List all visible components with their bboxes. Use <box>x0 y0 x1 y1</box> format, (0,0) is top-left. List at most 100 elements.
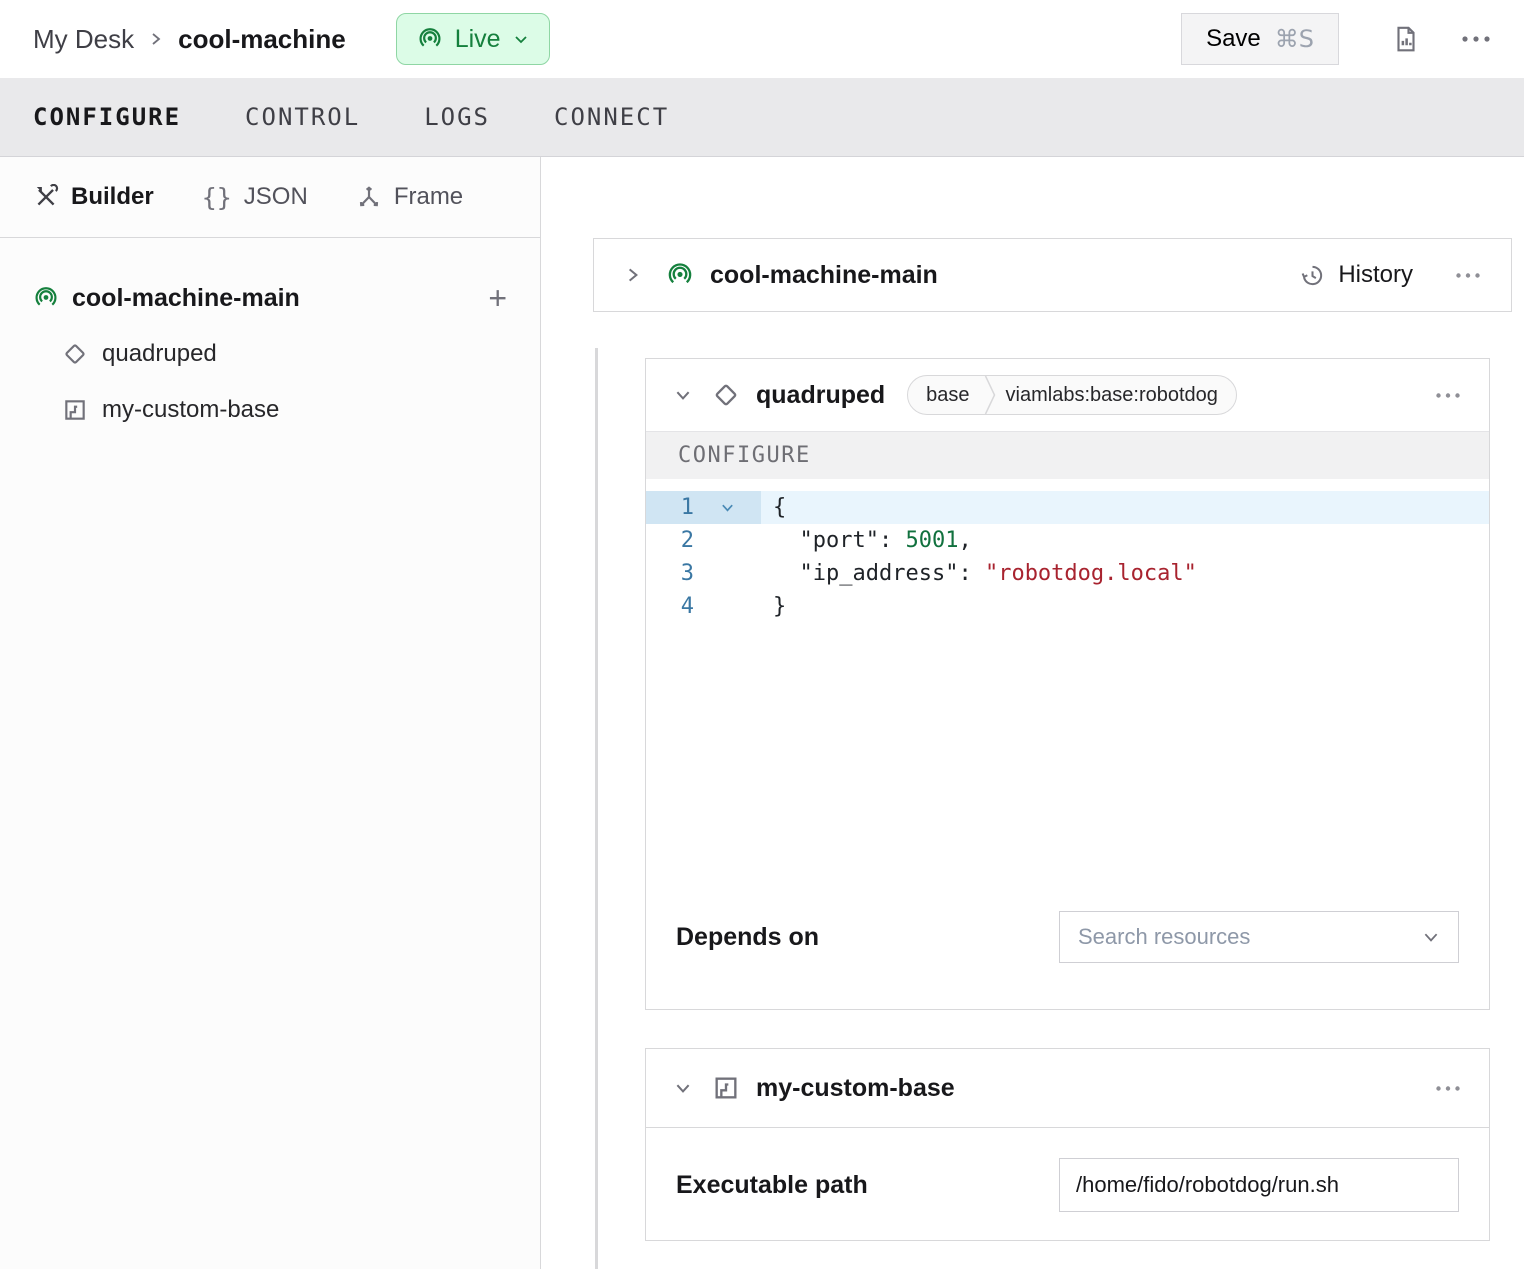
tab-bar: CONFIGURE CONTROL LOGS CONNECT <box>0 78 1524 157</box>
save-shortcut: ⌘S <box>1275 25 1314 53</box>
save-label: Save <box>1206 25 1261 53</box>
resource-cards: quadruped base viamlabs:base:robotdog <box>645 358 1490 1241</box>
ellipsis-icon <box>1461 35 1491 43</box>
fold-placeholder <box>694 524 761 557</box>
resource-type-badge: base viamlabs:base:robotdog <box>907 375 1237 415</box>
editor-gutter: 3 <box>646 557 761 590</box>
editor-gutter: 1 <box>646 491 761 524</box>
view-json[interactable]: {} JSON <box>202 183 308 212</box>
custom-base-card: my-custom-base Executable path <box>645 1048 1490 1241</box>
tree-item-machine-part[interactable]: cool-machine-main + <box>0 270 540 326</box>
line-number: 3 <box>646 557 694 590</box>
depends-on-row: Depends on <box>646 891 1489 1009</box>
code-text: { <box>761 491 1489 524</box>
more-options-button[interactable] <box>1461 35 1491 43</box>
broadcast-icon <box>417 26 443 52</box>
machine-name: cool-machine <box>178 24 346 55</box>
line-number: 1 <box>646 491 694 524</box>
tree-item-label: quadruped <box>102 340 217 368</box>
quadruped-card: quadruped base viamlabs:base:robotdog <box>645 358 1490 1010</box>
tree-item-my-custom-base[interactable]: my-custom-base <box>0 382 540 438</box>
code-text: } <box>761 590 1489 623</box>
top-bar: My Desk cool-machine Live Save ⌘S <box>0 0 1524 78</box>
chevron-right-icon <box>148 31 164 47</box>
breadcrumb: My Desk cool-machine <box>33 24 346 55</box>
tab-connect[interactable]: CONNECT <box>554 103 669 131</box>
diamond-icon <box>712 381 740 409</box>
tools-icon <box>33 184 59 210</box>
depends-on-label: Depends on <box>676 923 819 952</box>
depends-on-select[interactable] <box>1059 911 1459 963</box>
breadcrumb-parent-link[interactable]: My Desk <box>33 24 134 55</box>
badge-type: base <box>908 384 983 407</box>
resource-tree: cool-machine-main + quadruped my-custom-… <box>0 238 540 438</box>
code-text: "port": 5001, <box>761 524 1489 557</box>
code-line[interactable]: 3 "ip_address": "robotdog.local" <box>646 557 1489 590</box>
part-card-title: cool-machine-main <box>710 261 1299 290</box>
badge-divider <box>984 375 996 415</box>
fold-placeholder <box>694 590 761 623</box>
view-frame-label: Frame <box>394 183 463 211</box>
history-clock-icon <box>1299 262 1326 289</box>
tree-item-label: cool-machine-main <box>72 284 488 313</box>
editor-gutter: 2 <box>646 524 761 557</box>
quadruped-card-menu-button[interactable] <box>1435 392 1461 399</box>
quadruped-card-header: quadruped base viamlabs:base:robotdog <box>646 359 1489 431</box>
quadruped-card-title: quadruped <box>756 381 885 410</box>
configure-section-header: CONFIGURE <box>646 431 1489 479</box>
executable-path-label: Executable path <box>676 1171 868 1200</box>
content-area: Builder {} JSON Frame <box>0 157 1524 1269</box>
chevron-down-icon <box>1422 928 1440 946</box>
code-line[interactable]: 1 { <box>646 491 1489 524</box>
view-builder-label: Builder <box>71 183 154 211</box>
search-resources-input[interactable] <box>1078 924 1422 950</box>
broadcast-icon <box>33 285 59 311</box>
tree-item-label: my-custom-base <box>102 396 279 424</box>
ellipsis-icon <box>1435 392 1461 399</box>
fold-chevron-icon[interactable] <box>694 491 761 524</box>
view-toggle: Builder {} JSON Frame <box>0 157 540 238</box>
tab-logs[interactable]: LOGS <box>424 103 490 131</box>
module-icon <box>62 397 88 423</box>
broadcast-icon <box>666 261 694 289</box>
tab-configure[interactable]: CONFIGURE <box>33 103 181 131</box>
code-line[interactable]: 4 } <box>646 590 1489 623</box>
machine-report-button[interactable] <box>1391 24 1421 54</box>
document-chart-icon <box>1391 24 1421 54</box>
tab-control[interactable]: CONTROL <box>245 103 360 131</box>
machine-status-dropdown[interactable]: Live <box>396 13 550 65</box>
frame-axes-icon <box>356 184 382 210</box>
add-resource-button[interactable]: + <box>488 282 507 314</box>
collapse-chevron-down-icon[interactable] <box>674 386 692 404</box>
ellipsis-icon <box>1455 272 1481 279</box>
line-number: 2 <box>646 524 694 557</box>
custom-base-card-body: Executable path <box>646 1128 1489 1240</box>
module-icon <box>712 1074 740 1102</box>
machine-part-card: cool-machine-main History <box>593 238 1512 312</box>
json-code-editor[interactable]: 1 { 2 "port": 5001, <box>646 479 1489 891</box>
code-text: "ip_address": "robotdog.local" <box>761 557 1489 590</box>
diamond-icon <box>62 341 88 367</box>
view-builder[interactable]: Builder <box>33 183 154 211</box>
status-label: Live <box>455 25 501 54</box>
indent-guide-line <box>595 348 598 1269</box>
history-button[interactable]: History <box>1299 261 1413 289</box>
tree-item-quadruped[interactable]: quadruped <box>0 326 540 382</box>
executable-path-input[interactable] <box>1059 1158 1459 1212</box>
code-line[interactable]: 2 "port": 5001, <box>646 524 1489 557</box>
badge-model: viamlabs:base:robotdog <box>996 384 1236 407</box>
main-panel: cool-machine-main History <box>541 157 1524 1269</box>
chevron-down-icon <box>513 31 529 47</box>
collapse-chevron-down-icon[interactable] <box>674 1079 692 1097</box>
editor-gutter: 4 <box>646 590 761 623</box>
expand-chevron-right-icon[interactable] <box>624 266 642 284</box>
configure-section-label: CONFIGURE <box>678 443 811 468</box>
ellipsis-icon <box>1435 1085 1461 1092</box>
view-frame[interactable]: Frame <box>356 183 463 211</box>
sidebar: Builder {} JSON Frame <box>0 157 541 1269</box>
custom-base-card-menu-button[interactable] <box>1435 1085 1461 1092</box>
part-card-menu-button[interactable] <box>1455 272 1481 279</box>
save-button[interactable]: Save ⌘S <box>1181 13 1339 65</box>
fold-placeholder <box>694 557 761 590</box>
line-number: 4 <box>646 590 694 623</box>
